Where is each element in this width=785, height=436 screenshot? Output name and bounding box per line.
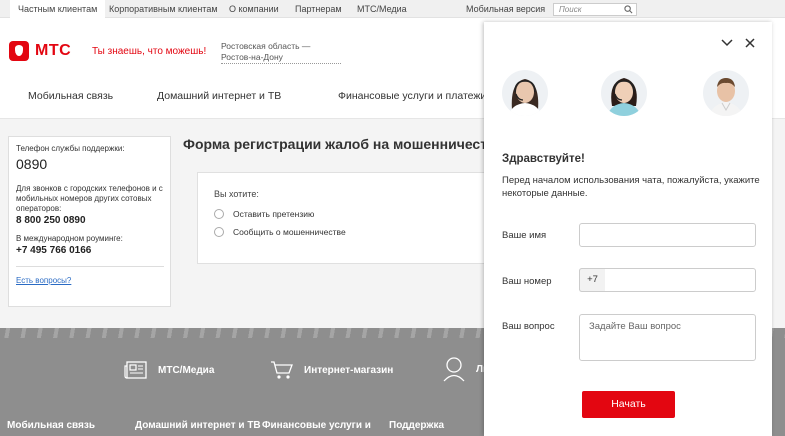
newspaper-icon — [124, 361, 147, 379]
city-phone-label: Для звонков с городских телефонов и с мо… — [16, 184, 163, 213]
footer-link-support[interactable]: Поддержка — [389, 420, 444, 431]
phone-label: Ваш номер — [502, 276, 552, 287]
phone-prefix: +7 — [579, 268, 605, 292]
radio-claim[interactable]: Оставить претензию — [214, 209, 314, 219]
region-selector[interactable]: Ростовская область — Ростов-на-Дону — [221, 41, 341, 64]
radio-circle[interactable] — [214, 227, 224, 237]
operator-avatar — [601, 70, 647, 116]
operator-man-icon — [709, 78, 743, 116]
footer-link-internet[interactable]: Домашний интернет и ТВ — [135, 420, 261, 431]
complaint-form: Вы хотите: Оставить претензию Сообщить о… — [197, 172, 497, 264]
chat-panel: Здравствуйте! Перед началом использовани… — [484, 22, 772, 436]
nav-home-internet[interactable]: Домашний интернет и ТВ — [157, 90, 281, 102]
radio-fraud[interactable]: Сообщить о мошенничестве — [214, 227, 346, 237]
close-icon[interactable] — [745, 38, 755, 48]
mobile-version-link[interactable]: Мобильная версия — [466, 0, 545, 18]
chevron-down-icon[interactable] — [721, 39, 733, 47]
city-phone: 8 800 250 0890 — [16, 215, 86, 226]
footer-mts-media-label: МТС/Медиа — [158, 364, 215, 376]
operator-avatar — [502, 70, 548, 116]
roaming-phone: +7 495 766 0166 — [16, 245, 92, 256]
footer-cabinet[interactable]: Ли — [442, 356, 489, 382]
top-bar: Частным клиентам Корпоративным клиентам … — [0, 0, 785, 18]
footer-shop[interactable]: Интернет-магазин — [270, 360, 393, 380]
radio-claim-label: Оставить претензию — [233, 209, 315, 219]
search-icon[interactable] — [624, 5, 633, 14]
nav-mobile[interactable]: Мобильная связь — [28, 90, 113, 102]
question-field[interactable]: Задайте Ваш вопрос — [579, 314, 756, 361]
start-button[interactable]: Начать — [582, 391, 675, 418]
chat-intro: Перед началом использования чата, пожалу… — [502, 175, 760, 199]
support-divider — [16, 266, 164, 267]
form-question: Вы хотите: — [214, 189, 259, 199]
tab-corporate-clients[interactable]: Корпоративным клиентам — [109, 0, 218, 18]
shopping-cart-icon — [271, 361, 293, 379]
footer-shop-label: Интернет-магазин — [304, 364, 394, 376]
footer-link-finance[interactable]: Финансовые услуги и — [262, 420, 371, 431]
roaming-label: В международном роуминге: — [16, 234, 123, 243]
phone-field[interactable] — [579, 268, 756, 292]
footer-mts-media[interactable]: МТС/Медиа — [124, 360, 214, 380]
tab-mts-media[interactable]: МТС/Медиа — [357, 0, 407, 18]
radio-circle[interactable] — [214, 209, 224, 219]
name-label: Ваше имя — [502, 230, 547, 241]
operator-woman-icon — [508, 79, 542, 116]
footer-link-mobile[interactable]: Мобильная связь — [7, 420, 95, 431]
tab-private-clients[interactable]: Частным клиентам — [10, 0, 106, 18]
user-icon — [443, 357, 465, 382]
nav-finance[interactable]: Финансовые услуги и платежи — [338, 90, 486, 102]
mts-logo-icon[interactable] — [9, 41, 29, 61]
tab-about-company[interactable]: О компании — [229, 0, 279, 18]
support-card: Телефон службы поддержки: 0890 Для звонк… — [8, 136, 171, 307]
mts-logo-text[interactable]: МТС — [35, 42, 71, 60]
question-label: Ваш вопрос — [502, 321, 555, 332]
slogan: Ты знаешь, что можешь! — [92, 46, 207, 57]
questions-link[interactable]: Есть вопросы? — [16, 276, 163, 285]
chat-greeting: Здравствуйте! — [502, 153, 585, 165]
tab-partners[interactable]: Партнерам — [295, 0, 342, 18]
name-field[interactable] — [579, 223, 756, 247]
operator-avatar — [703, 70, 749, 116]
support-phone: 0890 — [16, 156, 48, 172]
page-title: Форма регистрации жалоб на мошенничество — [183, 136, 505, 152]
radio-fraud-label: Сообщить о мошенничестве — [233, 227, 346, 237]
support-phone-label: Телефон службы поддержки: — [16, 144, 125, 153]
operator-woman-icon — [607, 78, 641, 116]
